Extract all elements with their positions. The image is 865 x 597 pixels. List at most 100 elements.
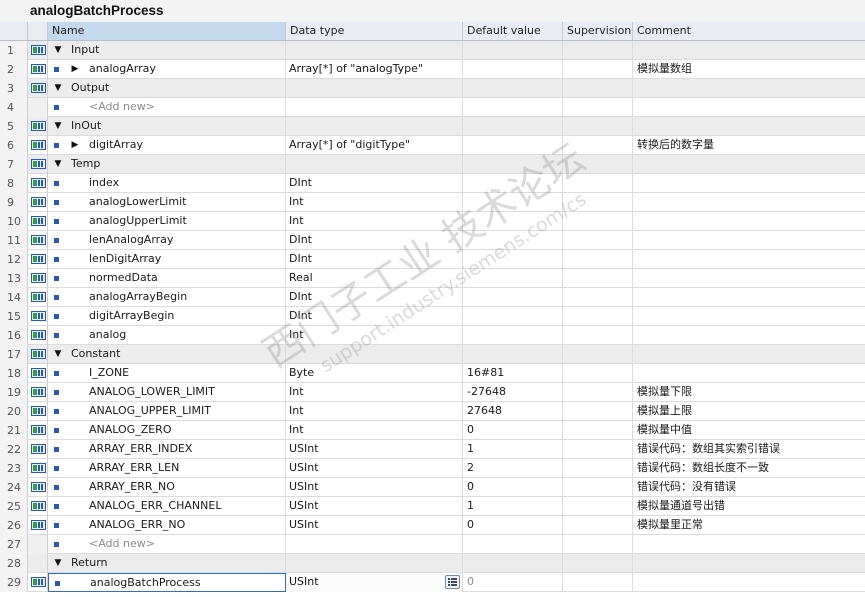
default-value-cell[interactable]: 1 [463,440,563,459]
supervision-cell[interactable] [563,60,633,79]
table-row[interactable]: 21 ANALOG_ZERO Int 0 模拟量中值 [0,421,865,440]
supervision-cell[interactable] [563,250,633,269]
data-type-cell[interactable]: Real [286,269,463,288]
supervision-cell[interactable] [563,383,633,402]
name-cell[interactable]: <Add new> [48,535,286,554]
default-value-cell[interactable] [463,41,563,60]
default-value-cell[interactable] [463,136,563,155]
section-row[interactable]: 3 ▼ Output [0,79,865,98]
expand-arrow-icon[interactable]: ▶ [69,136,81,155]
expand-arrow-icon[interactable]: ▶ [69,60,81,79]
comment-cell[interactable] [633,174,865,193]
collapse-arrow-icon[interactable]: ▼ [52,79,64,98]
comment-cell[interactable]: 转换后的数字量 [633,136,865,155]
name-cell[interactable]: ANALOG_ERR_NO [48,516,286,535]
name-cell[interactable]: ▼ Temp [48,155,286,174]
comment-cell[interactable] [633,573,865,592]
data-type-cell[interactable]: Int [286,383,463,402]
data-type-cell[interactable]: Int [286,212,463,231]
section-row[interactable]: 28 ▼ Return [0,554,865,573]
supervision-cell[interactable] [563,231,633,250]
comment-cell[interactable] [633,79,865,98]
data-type-cell[interactable]: USInt [286,497,463,516]
data-type-cell[interactable]: Int [286,326,463,345]
comment-cell[interactable]: 模拟量中值 [633,421,865,440]
default-value-cell[interactable] [463,231,563,250]
supervision-cell[interactable] [563,212,633,231]
data-type-cell[interactable] [286,554,463,573]
comment-cell[interactable] [633,269,865,288]
comment-cell[interactable] [633,155,865,174]
default-value-cell[interactable]: -27648 [463,383,563,402]
data-type-cell[interactable]: DInt [286,231,463,250]
comment-cell[interactable] [633,193,865,212]
default-value-cell[interactable]: 0 [463,478,563,497]
table-row[interactable]: 15 digitArrayBegin DInt [0,307,865,326]
section-row[interactable]: 17 ▼ Constant [0,345,865,364]
supervision-cell[interactable] [563,155,633,174]
default-value-cell[interactable] [463,326,563,345]
supervision-cell[interactable] [563,345,633,364]
default-value-cell[interactable] [463,193,563,212]
name-cell[interactable]: <Add new> [48,98,286,117]
supervision-cell[interactable] [563,41,633,60]
name-cell[interactable]: ARRAY_ERR_NO [48,478,286,497]
default-value-cell[interactable] [463,269,563,288]
comment-cell[interactable] [633,326,865,345]
data-type-cell[interactable] [286,535,463,554]
default-value-cell[interactable]: 0 [463,516,563,535]
default-value-cell[interactable] [463,60,563,79]
supervision-cell[interactable] [563,516,633,535]
name-cell[interactable]: ARRAY_ERR_LEN [48,459,286,478]
default-value-cell[interactable] [463,554,563,573]
name-cell[interactable]: index [48,174,286,193]
table-row[interactable]: 11 lenAnalogArray DInt [0,231,865,250]
default-value-cell[interactable]: 0 [463,421,563,440]
data-type-cell[interactable]: USInt [286,573,463,592]
comment-cell[interactable] [633,231,865,250]
default-value-cell[interactable] [463,155,563,174]
name-cell[interactable]: analogLowerLimit [48,193,286,212]
table-row[interactable]: 13 normedData Real [0,269,865,288]
table-row[interactable]: 16 analog Int [0,326,865,345]
header-name[interactable]: Name [48,22,286,40]
table-row[interactable]: 26 ANALOG_ERR_NO USInt 0 模拟量里正常 [0,516,865,535]
add-new-row[interactable]: 4 <Add new> [0,98,865,117]
name-cell[interactable]: ▼ Constant [48,345,286,364]
table-row[interactable]: 24 ARRAY_ERR_NO USInt 0 错误代码：没有错误 [0,478,865,497]
supervision-cell[interactable] [563,459,633,478]
data-type-cell[interactable]: Array[*] of "analogType" [286,60,463,79]
table-row[interactable]: 20 ANALOG_UPPER_LIMIT Int 27648 模拟量上限 [0,402,865,421]
default-value-cell[interactable] [463,117,563,136]
section-row[interactable]: 1 ▼ Input [0,41,865,60]
default-value-cell[interactable]: 27648 [463,402,563,421]
data-type-cell[interactable] [286,155,463,174]
comment-cell[interactable]: 模拟量数组 [633,60,865,79]
name-cell[interactable]: ▼ Input [48,41,286,60]
name-cell[interactable]: lenDigitArray [48,250,286,269]
name-cell[interactable]: analogUpperLimit [48,212,286,231]
collapse-arrow-icon[interactable]: ▼ [52,345,64,364]
comment-cell[interactable] [633,554,865,573]
default-value-cell[interactable]: 1 [463,497,563,516]
supervision-cell[interactable] [563,440,633,459]
section-row[interactable]: 5 ▼ InOut [0,117,865,136]
supervision-cell[interactable] [563,402,633,421]
table-row[interactable]: 14 analogArrayBegin DInt [0,288,865,307]
table-row[interactable]: 25 ANALOG_ERR_CHANNEL USInt 1 模拟量通道号出错 [0,497,865,516]
default-value-cell[interactable] [463,288,563,307]
add-new-row[interactable]: 27 <Add new> [0,535,865,554]
default-value-cell[interactable] [463,79,563,98]
supervision-cell[interactable] [563,307,633,326]
add-new-placeholder[interactable]: <Add new> [89,98,155,116]
name-cell[interactable]: analogBatchProcess [48,573,286,592]
supervision-cell[interactable] [563,117,633,136]
comment-cell[interactable]: 错误代码：数组长度不一致 [633,459,865,478]
table-row[interactable]: 10 analogUpperLimit Int [0,212,865,231]
data-type-cell[interactable] [286,98,463,117]
name-cell[interactable]: ANALOG_LOWER_LIMIT [48,383,286,402]
supervision-cell[interactable] [563,288,633,307]
data-type-cell[interactable]: Int [286,402,463,421]
data-type-cell[interactable]: DInt [286,174,463,193]
supervision-cell[interactable] [563,478,633,497]
